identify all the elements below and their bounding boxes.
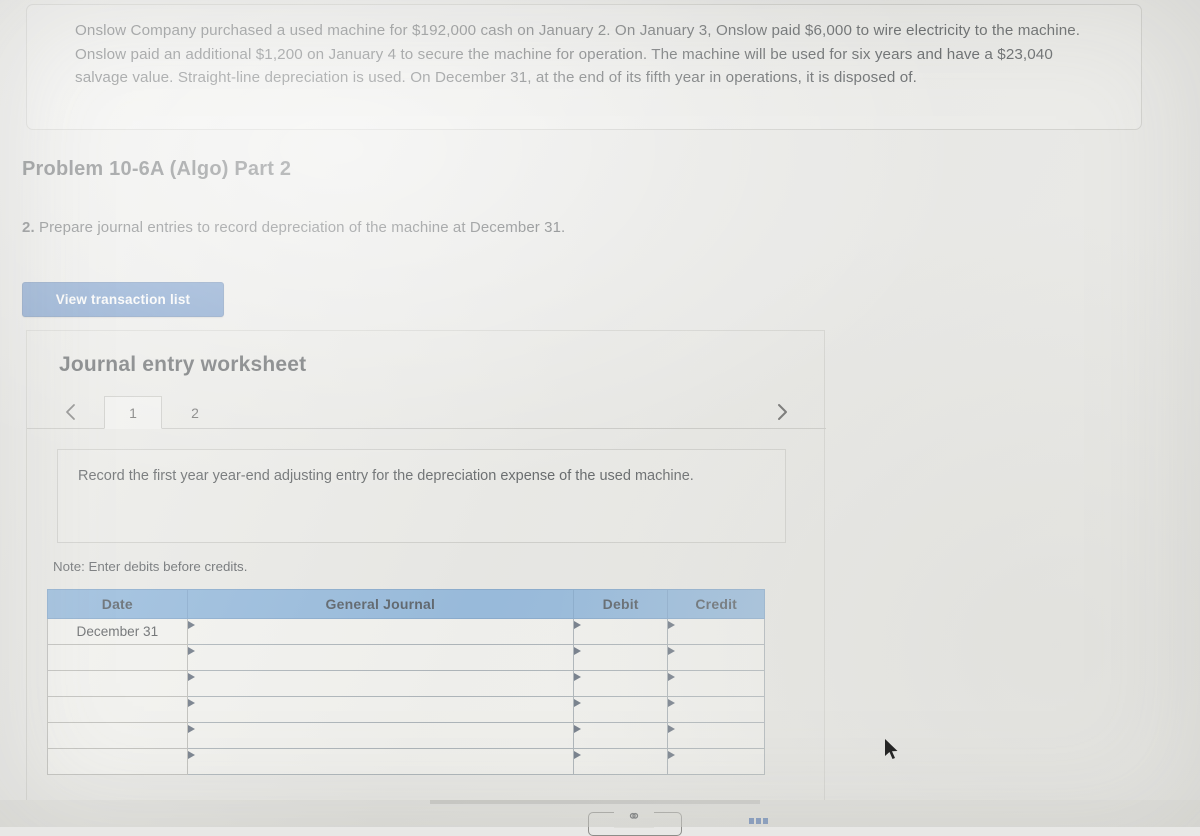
problem-statement-text: Onslow Company purchased a used machine … xyxy=(75,22,1081,86)
column-header-debit: Debit xyxy=(572,589,669,619)
general-journal-account-select[interactable] xyxy=(186,618,574,645)
table-row xyxy=(47,696,765,723)
dot-2 xyxy=(756,818,761,824)
date-cell[interactable] xyxy=(47,722,188,749)
worksheet-instruction-text: Record the first year year-end adjusting… xyxy=(78,468,694,484)
chevron-left-icon[interactable] xyxy=(57,399,83,425)
debit-input[interactable] xyxy=(572,618,669,645)
journal-entry-table: Date General Journal Debit Credit Decemb… xyxy=(47,589,765,775)
question-text: Prepare journal entries to record deprec… xyxy=(34,219,566,236)
date-cell[interactable]: December 31 xyxy=(47,618,188,645)
question-number: 2. xyxy=(22,219,35,236)
more-options-icon[interactable] xyxy=(749,818,768,824)
credit-input[interactable] xyxy=(667,670,765,697)
table-row xyxy=(47,748,765,775)
view-transaction-list-button[interactable]: View transaction list xyxy=(22,282,224,317)
mouse-cursor-icon xyxy=(884,738,900,767)
dot-3 xyxy=(763,818,768,824)
debit-input[interactable] xyxy=(572,748,669,775)
table-row xyxy=(47,670,765,697)
debits-before-credits-note: Note: Enter debits before credits. xyxy=(53,559,248,574)
table-row xyxy=(47,644,765,671)
question-prompt: 2. Prepare journal entries to record dep… xyxy=(22,219,565,236)
date-cell[interactable] xyxy=(47,696,188,723)
general-journal-account-select[interactable] xyxy=(186,696,574,723)
general-journal-account-select[interactable] xyxy=(186,644,574,671)
table-row xyxy=(47,722,765,749)
page-scroll-indicator[interactable] xyxy=(430,800,760,804)
worksheet-title: Journal entry worksheet xyxy=(59,353,307,376)
worksheet-tab-1[interactable]: 1 xyxy=(104,396,162,429)
chevron-left-glyph xyxy=(65,404,75,420)
table-header-row: Date General Journal Debit Credit xyxy=(47,589,765,619)
credit-input[interactable] xyxy=(667,748,765,775)
credit-input[interactable] xyxy=(667,722,765,749)
chevron-right-icon[interactable] xyxy=(769,399,795,425)
debit-input[interactable] xyxy=(572,696,669,723)
worksheet-tab-strip: 1 2 xyxy=(27,396,826,429)
column-header-credit: Credit xyxy=(667,589,765,619)
column-header-general-journal: General Journal xyxy=(186,589,574,619)
dot-1 xyxy=(749,818,754,824)
date-cell[interactable] xyxy=(47,748,188,775)
general-journal-account-select[interactable] xyxy=(186,748,574,775)
cursor-arrow-glyph xyxy=(885,739,898,759)
link-icon[interactable]: ⚭ xyxy=(614,806,654,828)
journal-entry-worksheet-panel: Journal entry worksheet 1 2 Record the f… xyxy=(26,330,826,800)
credit-input[interactable] xyxy=(667,618,765,645)
problem-statement-box: Onslow Company purchased a used machine … xyxy=(26,4,1142,130)
table-row: December 31 xyxy=(47,618,765,645)
general-journal-account-select[interactable] xyxy=(186,670,574,697)
worksheet-tab-2[interactable]: 2 xyxy=(166,396,224,429)
general-journal-account-select[interactable] xyxy=(186,722,574,749)
credit-input[interactable] xyxy=(667,696,765,723)
credit-input[interactable] xyxy=(667,644,765,671)
debit-input[interactable] xyxy=(572,722,669,749)
debit-input[interactable] xyxy=(572,644,669,671)
date-cell[interactable] xyxy=(47,670,188,697)
page-title: Problem 10-6A (Algo) Part 2 xyxy=(22,158,292,180)
debit-input[interactable] xyxy=(572,670,669,697)
chevron-right-glyph xyxy=(777,404,787,420)
worksheet-instruction-box: Record the first year year-end adjusting… xyxy=(57,449,786,543)
column-header-date: Date xyxy=(47,589,188,619)
date-cell[interactable] xyxy=(47,644,188,671)
